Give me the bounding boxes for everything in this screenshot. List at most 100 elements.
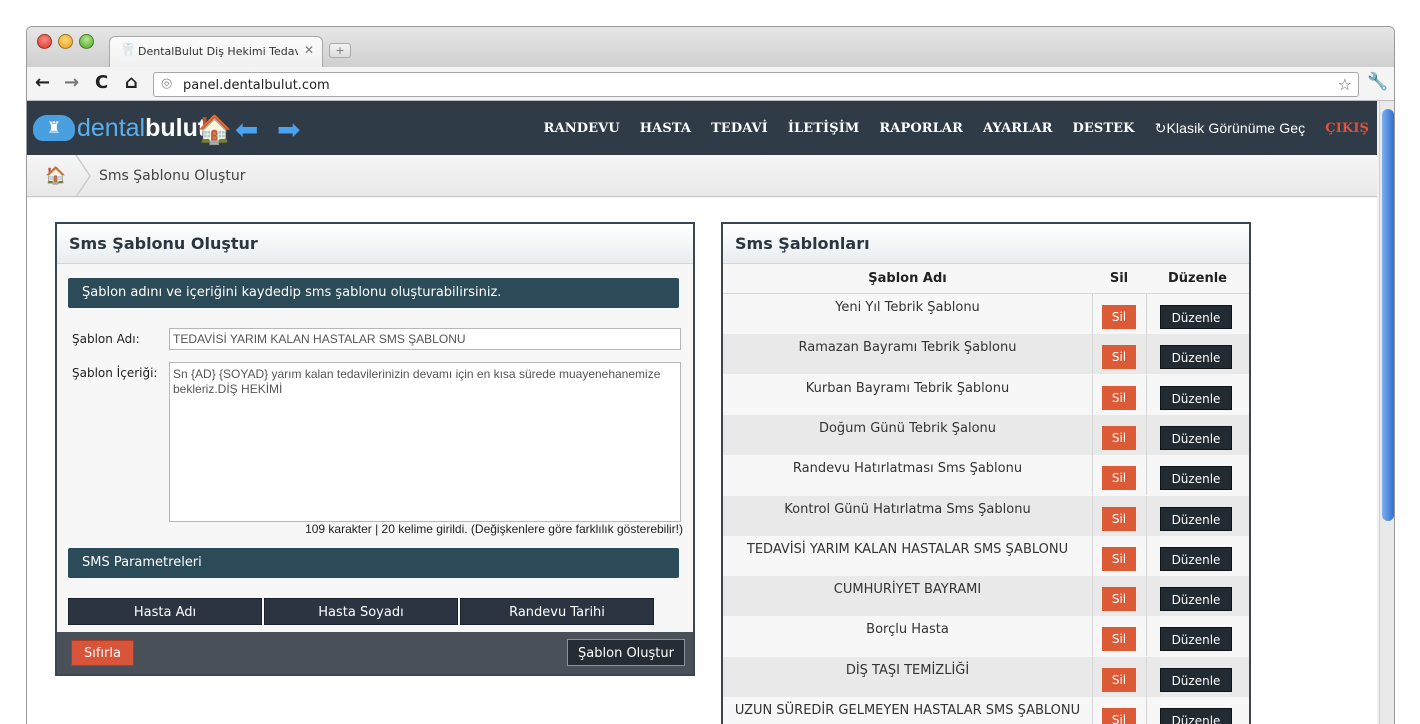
form-footer: Sıfırla Şablon Oluştur	[57, 632, 693, 674]
character-counter: 109 karakter | 20 kelime girildi. (Değiş…	[305, 522, 683, 536]
refresh-icon: ↻	[1154, 119, 1167, 136]
panel-title: Sms Şablonu Oluştur	[57, 224, 693, 264]
create-template-button[interactable]: Şablon Oluştur	[567, 639, 685, 666]
dentalbulut-logo[interactable]: ♜ dental bulut	[33, 113, 206, 143]
delete-button[interactable]: Sil	[1102, 305, 1136, 329]
delete-button[interactable]: Sil	[1102, 345, 1136, 370]
column-divider	[1146, 334, 1147, 375]
browser-toolbar: ← → C ⌂ ◎ panel.dentalbulut.com ☆ 🔧	[27, 67, 1394, 101]
menu-item-iletisim[interactable]: İLETİŞİM	[788, 121, 860, 136]
maximize-window-button[interactable]	[79, 34, 94, 49]
edit-button[interactable]: Düzenle	[1160, 385, 1232, 410]
template-name-cell: Borçlu Hasta	[866, 622, 949, 638]
edit-button[interactable]: Düzenle	[1160, 425, 1232, 450]
home-icon[interactable]: 🏠	[45, 166, 66, 186]
edit-button[interactable]: Düzenle	[1160, 587, 1232, 612]
param-patient-surname-button[interactable]: Hasta Soyadı	[264, 598, 458, 625]
main-content: Sms Şablonu Oluştur Şablon adını ve içer…	[27, 198, 1377, 724]
delete-button[interactable]: Sil	[1102, 425, 1136, 450]
back-arrow-icon[interactable]: ⬅	[235, 113, 258, 146]
template-name-cell: TEDAVİSİ YARIM KALAN HASTALAR SMS ŞABLON…	[746, 541, 1069, 557]
classic-view-link[interactable]: ↻Klasik Görünüme Geç	[1155, 120, 1306, 137]
template-content-label: Şablon İçeriği:	[72, 366, 158, 380]
column-divider	[1092, 294, 1093, 334]
param-patient-name-button[interactable]: Hasta Adı	[68, 598, 262, 625]
param-appointment-date-button[interactable]: Randevu Tarihi	[460, 598, 654, 625]
template-name-cell: Kontrol Günü Hatırlatma Sms Şablonu	[784, 501, 1031, 517]
template-name-input[interactable]	[169, 328, 681, 350]
delete-button[interactable]: Sil	[1102, 667, 1136, 692]
column-divider	[1146, 697, 1147, 724]
back-arrow-icon[interactable]: ←	[35, 72, 50, 93]
app-header: ♜ dental bulut 🏠 ⬅ ➡ RANDEVU HASTA TEDAV…	[27, 101, 1377, 155]
new-tab-button[interactable]: +	[329, 43, 351, 58]
column-divider	[1092, 374, 1093, 415]
delete-button[interactable]: Sil	[1102, 627, 1136, 652]
menu-item-randevu[interactable]: RANDEVU	[544, 121, 620, 136]
menu-item-ayarlar[interactable]: AYARLAR	[983, 121, 1053, 136]
column-divider	[1092, 576, 1093, 617]
forward-arrow-icon[interactable]: →	[64, 72, 79, 93]
close-icon[interactable]: ✕	[304, 43, 314, 57]
column-divider	[1092, 616, 1093, 657]
column-header-edit: Düzenle	[1146, 264, 1249, 294]
delete-button[interactable]: Sil	[1102, 708, 1136, 724]
table-row: Kontrol Günü Hatırlatma Sms Şablonu Sil Dü…	[723, 495, 1249, 536]
template-name-cell: UZUN SÜREDİR GELMEYEN HASTALAR SMS ŞABLO…	[734, 703, 1081, 718]
panel-title: Sms Şablonları	[723, 224, 1249, 264]
menu-item-destek[interactable]: DESTEK	[1073, 121, 1135, 136]
wrench-icon[interactable]: 🔧	[1367, 72, 1388, 92]
bookmark-star-icon[interactable]: ☆	[1338, 75, 1352, 94]
column-divider	[1092, 414, 1093, 455]
column-divider	[1146, 374, 1147, 415]
tooth-icon: 🦷	[120, 43, 137, 58]
edit-button[interactable]: Düzenle	[1160, 708, 1232, 724]
column-divider	[1092, 455, 1093, 496]
logout-link[interactable]: ÇIKIŞ	[1325, 121, 1369, 136]
template-name-cell: DİŞ TAŞI TEMİZLİĞİ	[845, 662, 970, 678]
template-name-cell: CUMHURİYET BAYRAMI	[833, 582, 982, 598]
delete-button[interactable]: Sil	[1102, 546, 1136, 571]
delete-button[interactable]: Sil	[1102, 587, 1136, 612]
logo-text-light: dental	[77, 113, 146, 142]
home-icon[interactable]: 🏠	[197, 113, 232, 146]
delete-button[interactable]: Sil	[1102, 466, 1136, 491]
reload-icon[interactable]: C	[95, 72, 108, 93]
tab-title: DentalBulut Diş Hekimi Tedavi O	[138, 45, 298, 58]
column-divider	[1146, 495, 1147, 536]
template-content-textarea[interactable]: Sn {AD} {SOYAD} yarım kalan tedavilerini…	[169, 362, 681, 522]
edit-button[interactable]: Düzenle	[1160, 546, 1232, 571]
page-scrollbar[interactable]	[1379, 101, 1394, 724]
sms-parameters-bar: SMS Parametreleri	[68, 548, 679, 578]
edit-button[interactable]: Düzenle	[1160, 466, 1232, 491]
table-row: CUMHURİYET BAYRAMI Sil Düzenle	[723, 576, 1249, 617]
edit-button[interactable]: Düzenle	[1160, 506, 1232, 531]
edit-button[interactable]: Düzenle	[1160, 627, 1232, 652]
reset-button[interactable]: Sıfırla	[71, 640, 134, 666]
column-divider	[1146, 576, 1147, 617]
edit-button[interactable]: Düzenle	[1160, 305, 1232, 329]
column-divider	[1146, 535, 1147, 576]
column-divider	[1092, 656, 1093, 697]
home-icon[interactable]: ⌂	[125, 72, 138, 93]
breadcrumb: 🏠 Sms Şablonu Oluştur	[27, 155, 1377, 197]
edit-button[interactable]: Düzenle	[1160, 345, 1232, 370]
menu-item-tedavi[interactable]: TEDAVİ	[711, 121, 768, 136]
scrollbar-thumb[interactable]	[1382, 109, 1394, 521]
close-window-button[interactable]	[37, 34, 52, 49]
cloud-tooth-icon: ♜	[33, 115, 75, 141]
browser-tab[interactable]: 🦷 DentalBulut Diş Hekimi Tedavi O ✕	[109, 36, 323, 67]
column-divider	[1146, 455, 1147, 496]
menu-item-hasta[interactable]: HASTA	[640, 121, 691, 136]
table-row: Randevu Hatırlatması Sms Şablonu Sil Düzen…	[723, 455, 1249, 496]
delete-button[interactable]: Sil	[1102, 506, 1136, 531]
menu-item-raporlar[interactable]: RAPORLAR	[879, 121, 963, 136]
forward-arrow-icon[interactable]: ➡	[277, 113, 300, 146]
table-row: Doğum Günü Tebrik Şalonu Sil Düzenle	[723, 414, 1249, 455]
minimize-window-button[interactable]	[58, 34, 73, 49]
delete-button[interactable]: Sil	[1102, 385, 1136, 410]
column-divider	[1146, 616, 1147, 657]
address-bar[interactable]: ◎ panel.dentalbulut.com ☆	[153, 72, 1359, 97]
classic-view-label: Klasik Görünüme Geç	[1166, 119, 1306, 136]
edit-button[interactable]: Düzenle	[1160, 667, 1232, 692]
